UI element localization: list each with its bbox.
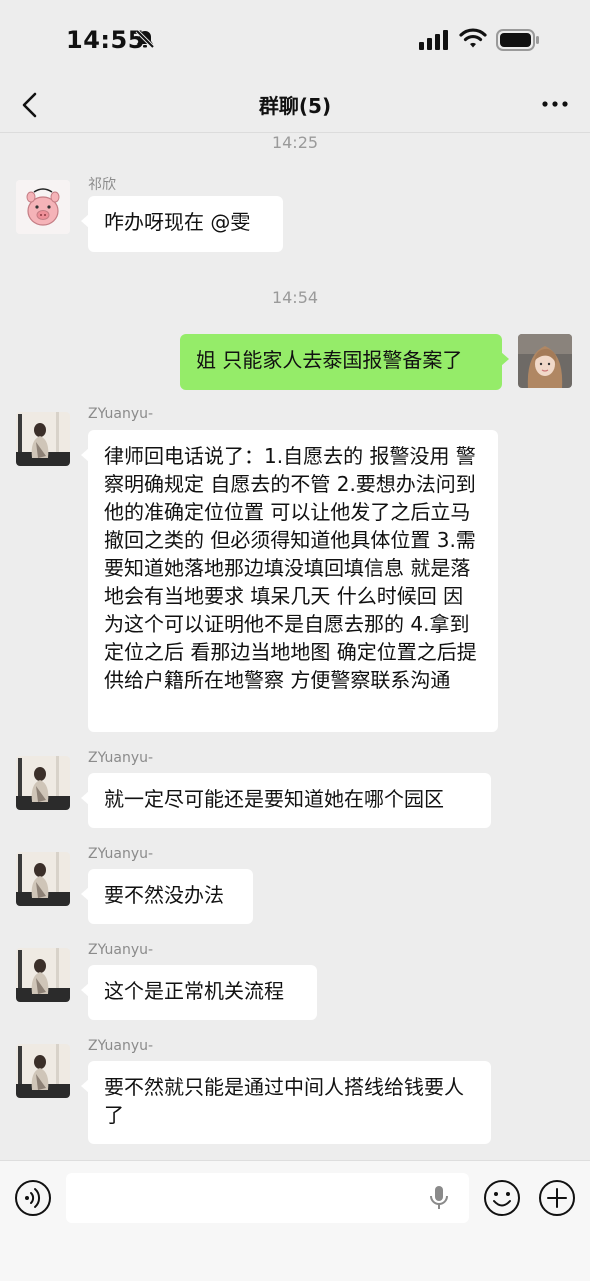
nav-bar: 群聊(5) bbox=[0, 80, 590, 130]
message-bubble[interactable]: 这个是正常机关流程 bbox=[81, 965, 317, 1020]
message-bubble[interactable]: 姐 只能家人去泰国报警备案了 bbox=[180, 334, 509, 390]
avatar[interactable] bbox=[16, 1044, 70, 1098]
message-bubble[interactable]: 律师回电话说了：1.自愿去的 报警没用 警察明确规定 自愿去的不管 2.要想办法… bbox=[81, 430, 498, 732]
timestamp: 14:54 bbox=[271, 288, 319, 307]
signal-icon bbox=[419, 30, 449, 54]
chat-title: 群聊(5) bbox=[258, 94, 332, 118]
more-icon[interactable] bbox=[542, 94, 568, 118]
status-bar: 14:55 bbox=[0, 0, 590, 80]
wifi-icon bbox=[459, 27, 487, 53]
avatar[interactable] bbox=[16, 180, 70, 234]
emoji-icon[interactable] bbox=[483, 1179, 521, 1221]
bell-off-icon bbox=[134, 28, 156, 54]
message-bubble[interactable]: 就一定尽可能还是要知道她在哪个园区 bbox=[81, 773, 491, 828]
avatar[interactable] bbox=[16, 852, 70, 906]
plus-icon[interactable] bbox=[538, 1179, 576, 1221]
avatar[interactable] bbox=[16, 756, 70, 810]
timestamp: 14:25 bbox=[271, 133, 319, 152]
avatar[interactable] bbox=[518, 334, 572, 388]
battery-icon bbox=[496, 29, 540, 55]
mic-icon[interactable] bbox=[428, 1184, 450, 1216]
sender-name: ZYuanyu- bbox=[88, 406, 154, 422]
sender-name: ZYuanyu- bbox=[88, 846, 154, 862]
sender-name: ZYuanyu- bbox=[88, 1038, 154, 1054]
voice-icon[interactable] bbox=[14, 1179, 52, 1221]
sender-name: ZYuanyu- bbox=[88, 750, 154, 766]
avatar[interactable] bbox=[16, 412, 70, 466]
message-bubble[interactable]: 要不然没办法 bbox=[81, 869, 253, 924]
input-bar bbox=[0, 1160, 590, 1281]
message-bubble[interactable]: 要不然就只能是通过中间人搭线给钱要人了 bbox=[81, 1061, 491, 1144]
avatar[interactable] bbox=[16, 948, 70, 1002]
message-bubble[interactable]: 咋办呀现在 @雯 bbox=[81, 196, 283, 252]
sender-name: 祁欣 bbox=[88, 177, 116, 193]
message-input[interactable] bbox=[66, 1173, 469, 1223]
sender-name: ZYuanyu- bbox=[88, 942, 154, 958]
